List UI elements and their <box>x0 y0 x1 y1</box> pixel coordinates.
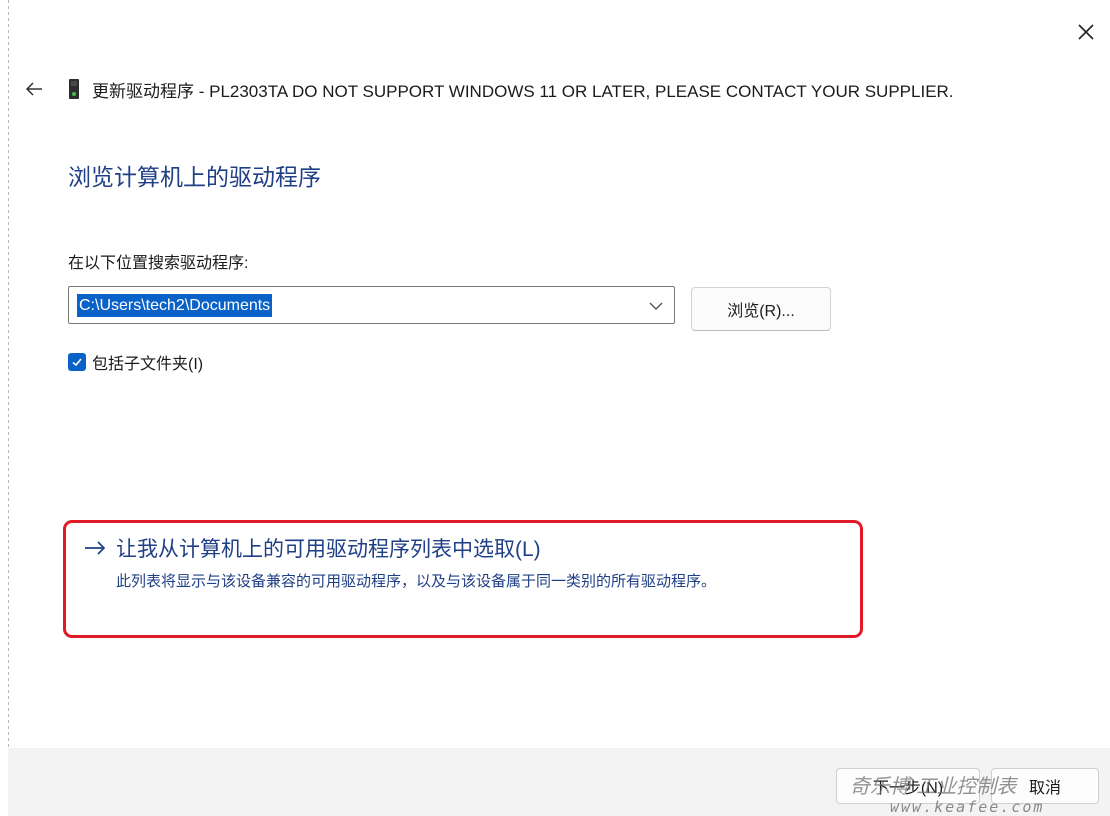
chevron-down-icon[interactable] <box>646 296 666 316</box>
window-edge <box>8 0 9 816</box>
window-header: 更新驱动程序 - PL2303TA DO NOT SUPPORT WINDOWS… <box>18 74 954 104</box>
cancel-button[interactable]: 取消 <box>991 768 1099 804</box>
search-location-label: 在以下位置搜索驱动程序: <box>68 255 249 272</box>
browse-button[interactable]: 浏览(R)... <box>691 287 831 331</box>
include-subfolders-label: 包括子文件夹(I) <box>92 356 204 373</box>
pick-driver-description: 此列表将显示与该设备兼容的可用驱动程序，以及与该设备属于同一类别的所有驱动程序。 <box>116 573 717 590</box>
driver-path-value[interactable]: C:\Users\tech2\Documents <box>77 294 273 317</box>
pick-driver-link-label[interactable]: 让我从计算机上的可用驱动程序列表中选取(L) <box>116 533 541 563</box>
update-driver-dialog: 更新驱动程序 - PL2303TA DO NOT SUPPORT WINDOWS… <box>0 0 1110 816</box>
include-subfolders-checkbox[interactable] <box>68 353 86 371</box>
driver-path-combobox[interactable]: C:\Users\tech2\Documents <box>68 286 675 324</box>
pick-driver-from-list-link[interactable]: 让我从计算机上的可用驱动程序列表中选取(L) <box>84 533 541 563</box>
include-subfolders-option[interactable]: 包括子文件夹(I) <box>68 350 203 374</box>
right-arrow-icon <box>84 537 106 559</box>
back-arrow-icon <box>25 82 42 96</box>
close-button[interactable] <box>1068 14 1104 50</box>
next-button[interactable]: 下一步(N) <box>836 768 980 804</box>
close-icon <box>1078 24 1094 40</box>
page-title: 浏览计算机上的驱动程序 <box>68 164 321 190</box>
usb-device-icon <box>68 78 80 100</box>
back-button[interactable] <box>18 74 50 104</box>
checkmark-icon <box>72 358 82 367</box>
window-title: 更新驱动程序 - PL2303TA DO NOT SUPPORT WINDOWS… <box>92 81 954 101</box>
